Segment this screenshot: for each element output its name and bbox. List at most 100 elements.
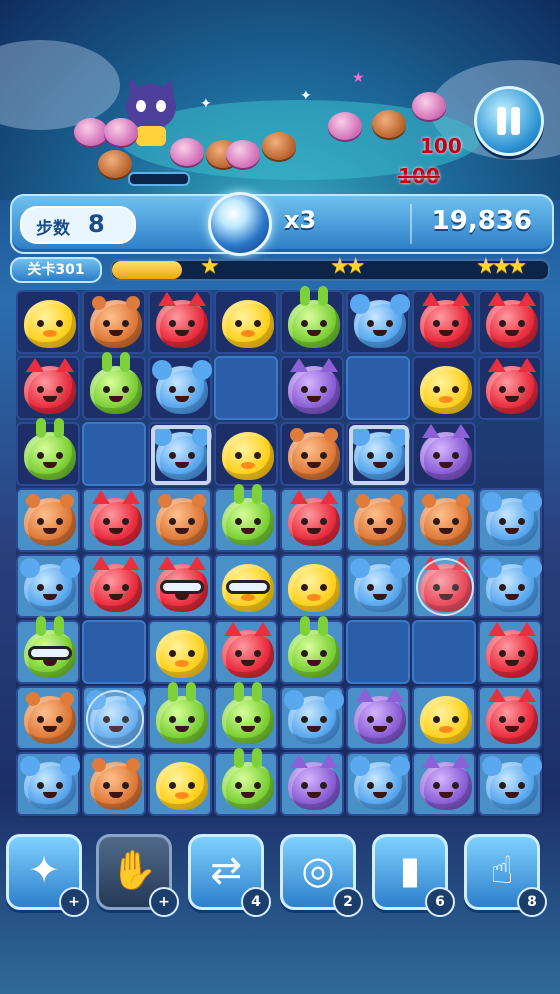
board-cell[interactable] bbox=[82, 752, 146, 816]
board-cell[interactable] bbox=[412, 686, 476, 750]
board-cell[interactable] bbox=[412, 356, 476, 420]
board-cell[interactable] bbox=[148, 752, 212, 816]
chick-piece-icon bbox=[288, 564, 340, 612]
moves-counter: 步数 8 bbox=[20, 206, 136, 244]
bear-piece-icon bbox=[420, 494, 472, 546]
cookie-icon bbox=[262, 132, 296, 160]
board-cell[interactable] bbox=[478, 290, 542, 354]
board-cell[interactable] bbox=[214, 748, 278, 816]
board-cell[interactable] bbox=[478, 554, 542, 618]
board-cell[interactable] bbox=[214, 554, 278, 618]
board-cell[interactable] bbox=[82, 352, 146, 420]
booster-bar: ✦ + ✋ + ⇄ 4 ◎ 2 ▮ 6 ☝ 8 bbox=[0, 828, 560, 924]
bear-piece-icon bbox=[90, 296, 142, 348]
sparkle-icon: ★ bbox=[352, 70, 365, 86]
bear-piece-icon bbox=[156, 494, 208, 546]
board-cell[interactable] bbox=[346, 422, 410, 486]
board-cell[interactable] bbox=[280, 616, 344, 684]
cat-piece-icon bbox=[420, 754, 472, 810]
board-cell[interactable] bbox=[16, 616, 80, 684]
board-cell[interactable] bbox=[346, 752, 410, 816]
board-cell[interactable] bbox=[16, 752, 80, 816]
goggles-icon bbox=[160, 580, 204, 594]
board-cell[interactable] bbox=[16, 418, 80, 486]
cat-piece-icon bbox=[420, 424, 472, 480]
board-cell[interactable] bbox=[214, 484, 278, 552]
board-cell[interactable] bbox=[478, 686, 542, 750]
chick-piece-icon bbox=[222, 564, 274, 612]
pointing-hand-icon: ☝ bbox=[490, 848, 514, 892]
booster-goggles-button[interactable]: ◎ 2 bbox=[280, 834, 363, 917]
bonus-orb-icon[interactable] bbox=[208, 192, 272, 256]
board-cell[interactable] bbox=[16, 290, 80, 354]
board-cell[interactable] bbox=[214, 620, 278, 684]
board-cell[interactable] bbox=[412, 488, 476, 552]
board-cell[interactable] bbox=[82, 686, 146, 750]
board-cell[interactable] bbox=[148, 290, 212, 354]
fox-piece-icon bbox=[486, 358, 538, 414]
mascot-progress-bar bbox=[128, 172, 190, 186]
board-cell[interactable] bbox=[412, 752, 476, 816]
mouse-piece-icon bbox=[350, 756, 410, 810]
booster-count-badge: 6 bbox=[425, 887, 455, 917]
score-progress-fill bbox=[112, 261, 182, 279]
board-cell[interactable] bbox=[16, 488, 80, 552]
cookie-icon bbox=[74, 118, 108, 146]
pause-button[interactable] bbox=[474, 86, 544, 156]
board-cell[interactable] bbox=[16, 356, 80, 420]
floating-score: 100 bbox=[398, 164, 440, 188]
board-cell[interactable] bbox=[412, 290, 476, 354]
board-cell[interactable] bbox=[148, 356, 212, 420]
board-cell[interactable] bbox=[214, 290, 278, 354]
board-cell[interactable] bbox=[148, 488, 212, 552]
board-cell[interactable] bbox=[478, 620, 542, 684]
fox-piece-icon bbox=[486, 292, 538, 348]
board-cell[interactable] bbox=[82, 554, 146, 618]
mouse-piece-icon bbox=[350, 294, 410, 348]
board-cell[interactable] bbox=[280, 422, 344, 486]
board-cell[interactable] bbox=[478, 488, 542, 552]
board-cell bbox=[478, 422, 542, 486]
board-cell[interactable] bbox=[280, 686, 344, 750]
board-cell[interactable] bbox=[478, 752, 542, 816]
board-cell[interactable] bbox=[346, 488, 410, 552]
booster-magic-wand-button[interactable]: ✦ + bbox=[6, 834, 89, 917]
cloud bbox=[0, 40, 120, 130]
board-cell[interactable] bbox=[16, 554, 80, 618]
two-star-icon: ★★ bbox=[330, 254, 366, 279]
fox-piece-icon bbox=[24, 358, 76, 414]
board-cell bbox=[82, 620, 146, 684]
board-cell[interactable] bbox=[148, 620, 212, 684]
bunny-piece-icon bbox=[24, 418, 76, 480]
board-cell[interactable] bbox=[280, 356, 344, 420]
board-cell[interactable] bbox=[346, 290, 410, 354]
board-cell[interactable] bbox=[148, 422, 212, 486]
board-cell[interactable] bbox=[412, 422, 476, 486]
board-cell[interactable] bbox=[214, 422, 278, 486]
booster-swap-arrows-button[interactable]: ⇄ 4 bbox=[188, 834, 271, 917]
board-cell[interactable] bbox=[214, 682, 278, 750]
booster-pointing-hand-button[interactable]: ☝ 8 bbox=[464, 834, 547, 917]
board-cell[interactable] bbox=[346, 686, 410, 750]
board-cell[interactable] bbox=[16, 686, 80, 750]
board-cell[interactable] bbox=[280, 554, 344, 618]
floating-score: 100 bbox=[420, 134, 462, 158]
board-cell[interactable] bbox=[280, 488, 344, 552]
board-cell[interactable] bbox=[148, 554, 212, 618]
cookie-icon bbox=[412, 92, 446, 120]
board-cell[interactable] bbox=[280, 286, 344, 354]
board-cell[interactable] bbox=[412, 554, 476, 618]
board-cell[interactable] bbox=[148, 682, 212, 750]
top-scene: ✦ ✦ ★ 100 100 bbox=[0, 0, 560, 200]
booster-glove-x3-button[interactable]: ✋ + bbox=[96, 834, 179, 917]
board-cell[interactable] bbox=[280, 752, 344, 816]
board-cell[interactable] bbox=[478, 356, 542, 420]
board-cell[interactable] bbox=[82, 488, 146, 552]
cookie-icon bbox=[170, 138, 204, 166]
cookie-icon bbox=[98, 150, 132, 178]
board-cell[interactable] bbox=[346, 554, 410, 618]
booster-count-badge: 8 bbox=[517, 887, 547, 917]
board-cell[interactable] bbox=[82, 290, 146, 354]
bunny-piece-icon bbox=[288, 616, 340, 678]
booster-paint-roller-button[interactable]: ▮ 6 bbox=[372, 834, 455, 917]
